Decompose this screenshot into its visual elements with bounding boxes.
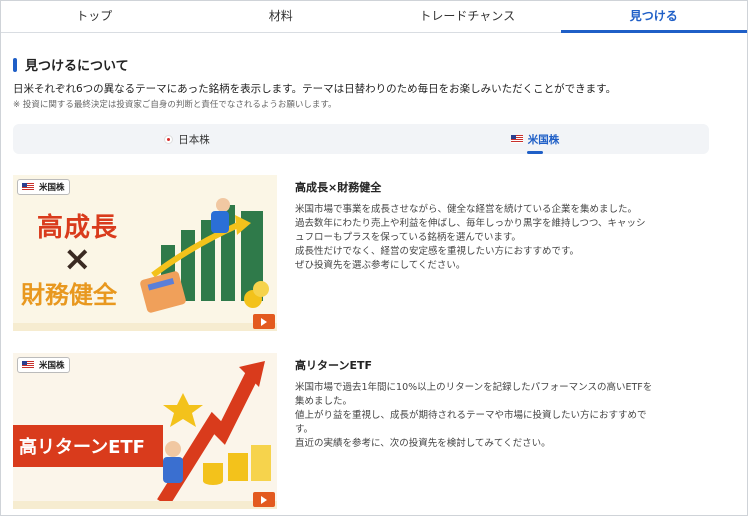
- section-header: 見つけるについて: [13, 55, 129, 74]
- card-text-line: 直近の実績を参考に、次の投資先を検討してみてください。: [295, 438, 551, 449]
- image-caption: ×: [63, 239, 92, 279]
- theme-thumbnail[interactable]: 高リターンETF 米国株: [13, 353, 277, 509]
- card-text-line: 集めました。: [295, 396, 353, 407]
- tab-japan-stocks[interactable]: 日本株: [13, 124, 361, 154]
- app-frame: トップ 材料 トレードチャンス 見つける 見つけるについて 日米それぞれ6つの異…: [0, 0, 748, 516]
- japan-flag-icon: [164, 134, 174, 144]
- section-description: 日米それぞれ6つの異なるテーマにあった銘柄を表示します。テーマは日替わりのため毎…: [13, 83, 617, 95]
- badge-label: 米国株: [39, 183, 65, 193]
- us-flag-icon: [510, 135, 523, 143]
- theme-thumbnail[interactable]: 高成長 × 財務健全 米国株: [13, 175, 277, 331]
- card-text-line: 米国市場で過去1年間に10%以上のリターンを記録したパフォーマンスの高いETFを: [295, 382, 653, 393]
- play-icon[interactable]: [253, 314, 275, 329]
- tab-discover[interactable]: 見つける: [560, 1, 748, 33]
- market-badge: 米国株: [17, 179, 70, 195]
- image-caption: 高リターンETF: [19, 437, 145, 458]
- image-caption: 財務健全: [21, 281, 117, 309]
- card-text-line: す。: [295, 424, 314, 435]
- card-text-line: ュフローもプラスを保っている銘柄を選んでいます。: [295, 232, 521, 243]
- card-text-line: 値上がり益を重視し、成長が期待されるテーマや市場に投資したい方におすすめで: [295, 410, 647, 421]
- tab-label: 米国株: [527, 133, 560, 146]
- us-flag-icon: [22, 183, 34, 191]
- card-text-line: ぜひ投資先を選ぶ参考にしてください。: [295, 260, 466, 271]
- tab-label: 日本株: [178, 133, 210, 146]
- market-badge: 米国株: [17, 357, 70, 373]
- tab-materials[interactable]: 材料: [188, 1, 375, 32]
- card-text-line: 米国市場で事業を成長させながら、健全な経営を続けている企業を集めました。: [295, 204, 638, 215]
- card-text-line: 過去数年にわたり売上や利益を伸ばし、毎年しっかり黒字を維持しつつ、キャッシ: [295, 218, 646, 229]
- disclaimer-note: ※ 投資に関する最終決定は投資家ご自身の判断と責任でなされるようお願いします。: [13, 100, 337, 110]
- tab-top[interactable]: トップ: [1, 1, 188, 32]
- badge-label: 米国株: [39, 361, 65, 371]
- etf-illustration: [13, 361, 277, 509]
- card-description: 米国市場で過去1年間に10%以上のリターンを記録したパフォーマンスの高いETFを…: [295, 381, 695, 451]
- section-title: 見つけるについて: [25, 59, 129, 74]
- card-text-line: 成長性だけでなく、経営の安定感を重視したい方におすすめです。: [295, 246, 580, 257]
- card-title[interactable]: 高成長×財務健全: [295, 179, 381, 195]
- us-flag-icon: [22, 361, 34, 369]
- top-navigation: トップ 材料 トレードチャンス 見つける: [1, 1, 747, 33]
- market-tabs: 日本株 米国株: [13, 124, 709, 154]
- play-icon[interactable]: [253, 492, 275, 507]
- card-description: 米国市場で事業を成長させながら、健全な経営を続けている企業を集めました。 過去数…: [295, 203, 695, 273]
- tab-us-stocks[interactable]: 米国株: [361, 124, 709, 154]
- section-accent-bar: [13, 57, 17, 72]
- tab-trade-chance[interactable]: トレードチャンス: [374, 1, 561, 32]
- card-title[interactable]: 高リターンETF: [295, 357, 372, 373]
